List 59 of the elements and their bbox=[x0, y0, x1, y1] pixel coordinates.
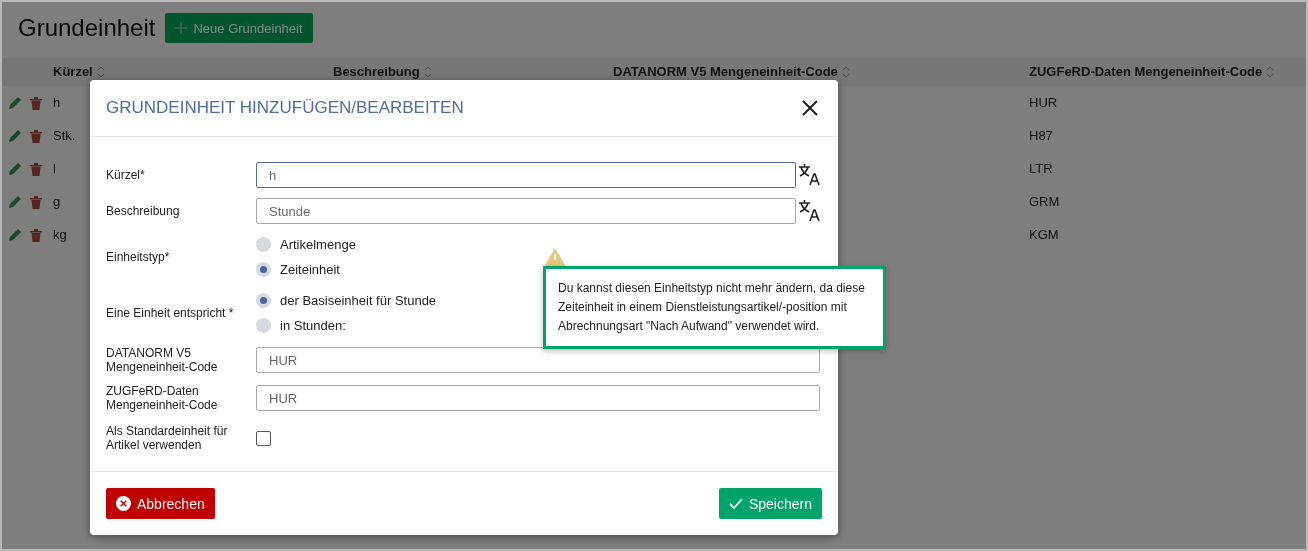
translate-icon[interactable] bbox=[798, 163, 822, 187]
pencil-icon[interactable] bbox=[8, 195, 22, 209]
pencil-icon[interactable] bbox=[8, 162, 22, 176]
field-label: Eine Einheit entspricht * bbox=[106, 306, 235, 320]
trash-icon[interactable] bbox=[30, 129, 42, 143]
input-field[interactable]: Stunde bbox=[256, 198, 797, 224]
table-cell: LTR bbox=[1029, 161, 1053, 176]
page-title: Grundeinheit bbox=[18, 14, 156, 42]
field-label: DATANORM V5 Mengeneinheit-Code bbox=[106, 346, 219, 374]
radio-label: Artikelmenge bbox=[280, 237, 356, 252]
table-cell: HUR bbox=[1029, 95, 1058, 110]
radio-button[interactable] bbox=[256, 262, 271, 277]
table-cell: Stk. bbox=[53, 128, 76, 143]
pencil-icon[interactable] bbox=[8, 228, 22, 242]
plus-icon bbox=[175, 22, 188, 34]
translate-icon[interactable] bbox=[798, 199, 822, 223]
field-label: Einheitstyp* bbox=[106, 250, 171, 264]
table-cell: GRM bbox=[1029, 194, 1060, 209]
field-label: ZUGFeRD-Daten Mengeneinheit-Code bbox=[106, 384, 219, 412]
pencil-icon[interactable] bbox=[8, 96, 22, 110]
checkbox[interactable] bbox=[256, 430, 271, 446]
cancel-button[interactable]: Abbrechen bbox=[106, 488, 215, 519]
trash-icon[interactable] bbox=[30, 228, 42, 242]
input-field[interactable]: h bbox=[256, 162, 797, 188]
input-field[interactable]: HUR bbox=[256, 385, 820, 411]
trash-icon[interactable] bbox=[30, 195, 42, 209]
cancel-icon bbox=[116, 496, 131, 511]
radio-button[interactable] bbox=[256, 237, 271, 252]
radio-label: Zeiteinheit bbox=[280, 262, 340, 277]
table-cell: g bbox=[53, 194, 61, 209]
table-cell: H87 bbox=[1029, 128, 1053, 143]
radio-button[interactable] bbox=[256, 293, 271, 308]
pencil-icon[interactable] bbox=[8, 129, 22, 143]
table-cell: KGM bbox=[1029, 227, 1059, 242]
table-cell: l bbox=[53, 161, 56, 176]
close-icon[interactable] bbox=[802, 100, 818, 116]
column-header[interactable]: DATANORM V5 Mengeneinheit-Code bbox=[613, 64, 838, 79]
sort-icon[interactable] bbox=[96, 65, 105, 78]
dialog-title: GRUNDEINHEIT HINZUFÜGEN/BEARBEITEN bbox=[106, 98, 464, 118]
sort-icon[interactable] bbox=[1266, 65, 1275, 78]
sort-icon[interactable] bbox=[423, 65, 432, 78]
field-label: Kürzel* bbox=[106, 168, 146, 182]
field-label: Beschreibung bbox=[106, 204, 181, 218]
table-cell: kg bbox=[53, 227, 67, 242]
new-unit-button[interactable]: Neue Grundeinheit bbox=[165, 13, 313, 43]
sort-icon[interactable] bbox=[841, 65, 850, 78]
column-header[interactable]: ZUGFeRD-Daten Mengeneinheit-Code bbox=[1029, 64, 1263, 79]
tooltip-text: Du kannst diesen Einheitstyp nicht mehr ändern, da diese Zeiteinheit in einem Dienstleistungsartikel/-position mit Abrechnungsart "Nach Aufwand" verwendet wird. bbox=[558, 281, 865, 333]
column-header[interactable]: Beschreibung bbox=[333, 64, 420, 79]
radio-button[interactable] bbox=[256, 318, 271, 333]
trash-icon[interactable] bbox=[30, 162, 42, 176]
check-icon bbox=[728, 497, 743, 510]
trash-icon[interactable] bbox=[30, 96, 42, 110]
save-button[interactable]: Speichern bbox=[718, 488, 822, 519]
radio-label: der Basiseinheit für Stunde bbox=[280, 293, 437, 308]
column-header[interactable]: Kürzel bbox=[53, 64, 93, 79]
table-cell: h bbox=[53, 95, 61, 110]
field-label: Als Standardeinheit für Artikel verwenden bbox=[106, 424, 229, 452]
radio-label: in Stunden: bbox=[280, 318, 346, 333]
